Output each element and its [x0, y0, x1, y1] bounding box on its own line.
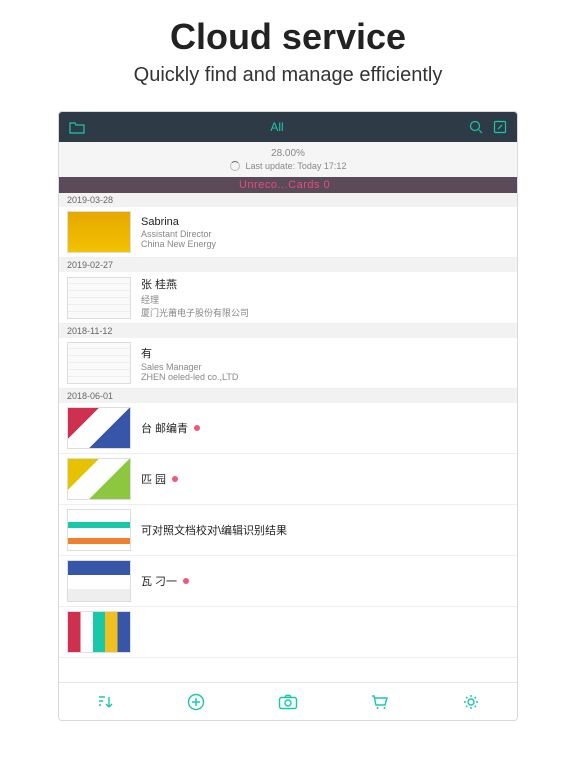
card-row[interactable]: SabrinaAssistant DirectorChina New Energ…: [59, 207, 517, 258]
card-row[interactable]: 张 桂燕经理厦门光莆电子股份有限公司: [59, 272, 517, 324]
sync-update-text: Last update: Today 17:12: [246, 161, 347, 171]
card-thumbnail: [67, 407, 131, 449]
bottom-bar: [59, 682, 517, 720]
card-company: ZHEN oeled-led co.,LTD: [141, 372, 509, 382]
date-header: 2018-11-12: [59, 324, 517, 338]
card-name: 瓦 刁一: [141, 573, 509, 589]
card-list: 2019-03-28 SabrinaAssistant DirectorChina…: [59, 193, 517, 682]
card-name: 张 桂燕: [141, 276, 509, 292]
new-dot-icon: [194, 425, 200, 431]
new-dot-icon: [183, 578, 189, 584]
card-name: 匹 园: [141, 471, 509, 487]
card-thumbnail: [67, 509, 131, 551]
card-info: 可对照文档校对\编辑识别结果: [141, 522, 509, 538]
sync-update: Last update: Today 17:12: [59, 161, 517, 171]
gear-icon[interactable]: [462, 693, 480, 711]
card-thumbnail: [67, 560, 131, 602]
card-info: 张 桂燕经理厦门光莆电子股份有限公司: [141, 276, 509, 319]
card-info: 台 邮编青: [141, 420, 509, 436]
card-row[interactable]: 可对照文档校对\编辑识别结果: [59, 505, 517, 556]
card-company: China New Energy: [141, 239, 509, 249]
sync-percent: 28.00%: [59, 148, 517, 159]
spinner-icon: [230, 161, 240, 171]
card-name: Sabrina: [141, 216, 509, 228]
card-info: 瓦 刁一: [141, 573, 509, 589]
card-role: Assistant Director: [141, 229, 509, 239]
card-name: 台 邮编青: [141, 420, 509, 436]
unrecognized-bar[interactable]: Unreco...Cards 0: [59, 177, 517, 193]
card-thumbnail: [67, 277, 131, 319]
sort-icon[interactable]: [96, 694, 114, 710]
promo-title: Cloud service: [0, 16, 576, 58]
sync-status: 28.00% Last update: Today 17:12: [59, 142, 517, 177]
card-role: Sales Manager: [141, 362, 509, 372]
date-header: 2018-06-01: [59, 389, 517, 403]
folder-icon[interactable]: [69, 120, 85, 134]
card-thumbnail: [67, 342, 131, 384]
card-row[interactable]: 瓦 刁一: [59, 556, 517, 607]
promo-subtitle: Quickly find and manage efficiently: [0, 64, 576, 87]
card-info: 匹 园: [141, 471, 509, 487]
card-company: 厦门光莆电子股份有限公司: [141, 306, 509, 319]
new-dot-icon: [172, 476, 178, 482]
card-info: 有Sales ManagerZHEN oeled-led co.,LTD: [141, 345, 509, 382]
camera-icon[interactable]: [278, 694, 298, 710]
card-row[interactable]: [59, 607, 517, 658]
topbar-title[interactable]: All: [85, 120, 469, 134]
add-icon[interactable]: [187, 693, 205, 711]
card-name: 有: [141, 345, 509, 361]
date-header: 2019-03-28: [59, 193, 517, 207]
card-name: 可对照文档校对\编辑识别结果: [141, 522, 509, 538]
card-row[interactable]: 匹 园: [59, 454, 517, 505]
cart-icon[interactable]: [371, 694, 389, 710]
card-thumbnail: [67, 458, 131, 500]
card-row[interactable]: 有Sales ManagerZHEN oeled-led co.,LTD: [59, 338, 517, 389]
edit-icon[interactable]: [493, 120, 507, 134]
app-frame: All 28.00% Last update: Today 17:12 Unre…: [58, 111, 518, 721]
search-icon[interactable]: [469, 120, 483, 134]
card-role: 经理: [141, 293, 509, 306]
date-header: 2019-02-27: [59, 258, 517, 272]
card-info: SabrinaAssistant DirectorChina New Energ…: [141, 216, 509, 249]
card-row[interactable]: 台 邮编青: [59, 403, 517, 454]
card-thumbnail: [67, 211, 131, 253]
top-bar: All: [59, 112, 517, 142]
card-thumbnail: [67, 611, 131, 653]
